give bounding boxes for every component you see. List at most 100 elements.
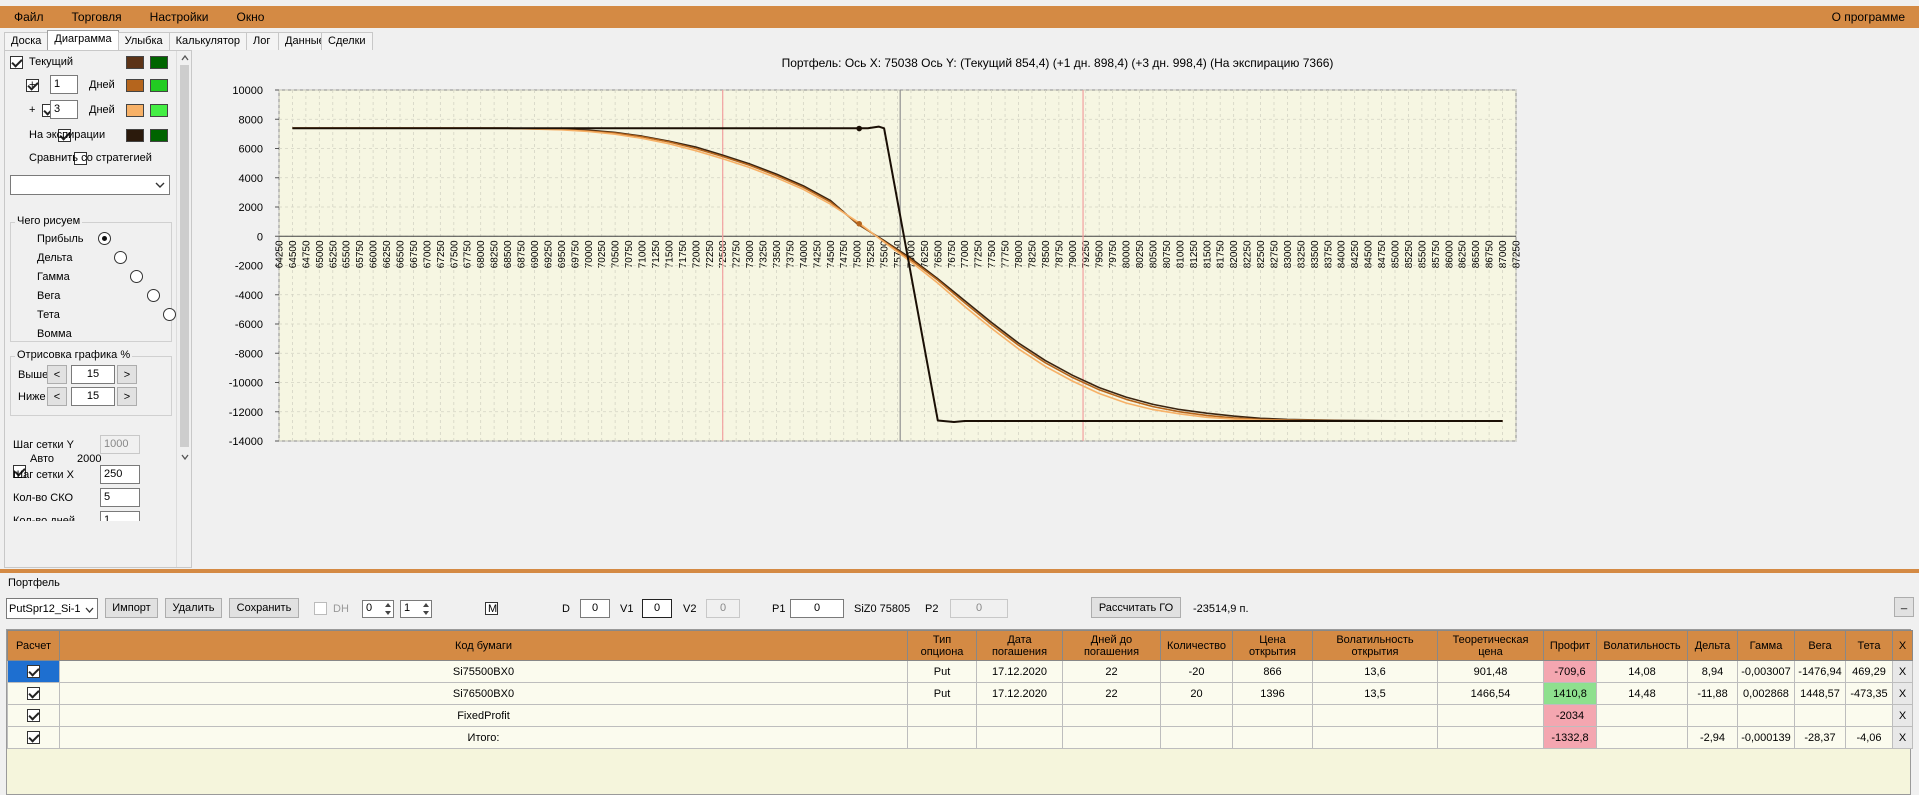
below-increase-button[interactable]: > [117,387,137,406]
delete-button[interactable]: Удалить [165,598,222,618]
row-remove-button[interactable]: X [1892,726,1913,749]
p1-label: P1 [772,603,786,615]
radio-theta[interactable] [162,308,176,321]
col-header-vol[interactable]: Волатильность [1596,630,1688,661]
table-row[interactable]: FixedProfit -2034 X [7,704,1913,727]
col-header-qty[interactable]: Количество [1160,630,1233,661]
col-header-days[interactable]: Дней до погашения [1062,630,1161,661]
cell-expiry: 17.12.2020 [976,660,1063,683]
plus3-days-input[interactable]: 3 [50,100,78,119]
expiration-color-2-swatch[interactable] [150,129,168,142]
v1-input[interactable]: 0 [642,599,672,618]
cell-calc[interactable] [7,660,60,683]
dh-checkbox[interactable] [314,602,327,615]
col-header-gamma[interactable]: Гамма [1737,630,1795,661]
x-tick-label: 75250 [866,240,877,268]
grid-x-input[interactable]: 250 [100,465,140,484]
col-header-open-price[interactable]: Цена открытия [1232,630,1313,661]
col-header-vega[interactable]: Вега [1794,630,1846,661]
radio-vega[interactable] [146,289,160,302]
col-header-delta[interactable]: Дельта [1687,630,1738,661]
calculate-go-button[interactable]: Рассчитать ГО [1091,597,1181,618]
col-header-profit[interactable]: Профит [1543,630,1597,661]
cell-vol [1596,726,1688,749]
current-checkbox[interactable] [10,56,23,69]
spinner-arrows-icon[interactable] [383,601,393,617]
instrument-price: SiZ0 75805 [854,603,911,615]
x-tick-label: 84250 [1350,240,1361,268]
current-color-2-swatch[interactable] [150,56,168,69]
col-header-theta[interactable]: Тета [1845,630,1893,661]
spinner-arrows-icon[interactable] [421,601,431,617]
row-calc-checkbox[interactable] [27,665,40,678]
grid-y-input[interactable]: 1000 [100,435,140,454]
row-calc-checkbox[interactable] [27,731,40,744]
sko-input[interactable]: 5 [100,488,140,507]
above-decrease-button[interactable]: < [47,365,67,384]
scroll-down-icon[interactable] [181,454,189,460]
menu-settings[interactable]: Настройки [136,10,223,24]
tab-calculator[interactable]: Калькулятор [168,32,248,50]
current-color-1-swatch[interactable] [126,56,144,69]
minimize-button[interactable]: _ [1894,597,1914,617]
plus1-color-1-swatch[interactable] [126,79,144,92]
settings-scrollbar[interactable] [176,51,191,567]
cell-calc[interactable] [7,726,60,749]
plus1-days-input[interactable]: 1 [50,75,78,94]
plus1-color-2-swatch[interactable] [150,79,168,92]
tab-data[interactable]: Данные [278,32,325,50]
col-header-theor-price[interactable]: Теоретическая цена [1437,630,1544,661]
x-tick-label: 80000 [1122,240,1133,268]
row-calc-checkbox[interactable] [27,687,40,700]
row-remove-button[interactable]: X [1892,682,1913,705]
menu-about[interactable]: О программе [1818,10,1919,24]
menu-file[interactable]: Файл [0,10,58,24]
p1-input[interactable]: 0 [790,599,844,618]
row-calc-checkbox[interactable] [27,709,40,722]
expiration-color-1-swatch[interactable] [126,129,144,142]
y-tick-label: -12000 [229,407,263,419]
above-increase-button[interactable]: > [117,365,137,384]
d-input[interactable]: 0 [580,599,610,618]
p2-input[interactable]: 0 [950,599,1008,618]
col-header-expiry[interactable]: Дата погашения [976,630,1063,661]
days-count-input[interactable]: 1 [100,511,140,521]
x-tick-label: 74000 [799,240,810,268]
menu-window[interactable]: Окно [223,10,279,24]
p2-label: P2 [925,603,939,615]
below-input[interactable]: 15 [71,387,115,406]
plus3-color-2-swatch[interactable] [150,104,168,117]
row-remove-button[interactable]: X [1892,704,1913,727]
table-row[interactable]: Si75500BX0 Put 17.12.2020 22 -20 866 13,6 901,4… [7,660,1913,683]
col-header-code[interactable]: Код бумаги [59,630,908,661]
panel-splitter[interactable] [0,569,1919,573]
table-row[interactable]: Итого: -1332,8 -2,94 -0,000139 -28,37 -4,06 X [7,726,1913,749]
tab-log[interactable]: Лог [246,32,280,50]
x-tick-label: 84500 [1364,240,1375,268]
plus3-color-1-swatch[interactable] [126,104,144,117]
above-input[interactable]: 15 [71,365,115,384]
below-decrease-button[interactable]: < [47,387,67,406]
save-button[interactable]: Сохранить [229,598,299,618]
cell-calc[interactable] [7,704,60,727]
col-header-remove[interactable]: X [1892,630,1913,661]
tab-diagram[interactable]: Диаграмма [47,30,119,50]
scroll-up-icon[interactable] [181,55,189,61]
table-row[interactable]: Si76500BX0 Put 17.12.2020 22 20 1396 13,5 1466,… [7,682,1913,705]
cell-calc[interactable] [7,682,60,705]
portfolio-select[interactable]: PutSpr12_Si-1 [6,598,98,619]
col-header-calc[interactable]: Расчет [7,630,60,661]
tab-deals[interactable]: Сделки [321,32,373,50]
scroll-thumb[interactable] [180,65,189,447]
cell-open-price: 1396 [1232,682,1313,705]
import-button[interactable]: Импорт [105,598,158,618]
tab-smile[interactable]: Улыбка [117,32,170,50]
compare-strategy-select[interactable] [10,175,170,195]
v2-input[interactable]: 0 [706,599,740,618]
col-header-open-vol[interactable]: Волатильность открытия [1312,630,1438,661]
profit-chart[interactable]: 64250 64500 64750 65000 65250 65500 65750 66000… [196,50,1919,568]
menu-trading[interactable]: Торговля [58,10,136,24]
col-header-type[interactable]: Тип опциона [907,630,977,661]
row-remove-button[interactable]: X [1892,660,1913,683]
tab-board[interactable]: Доска [4,32,49,50]
